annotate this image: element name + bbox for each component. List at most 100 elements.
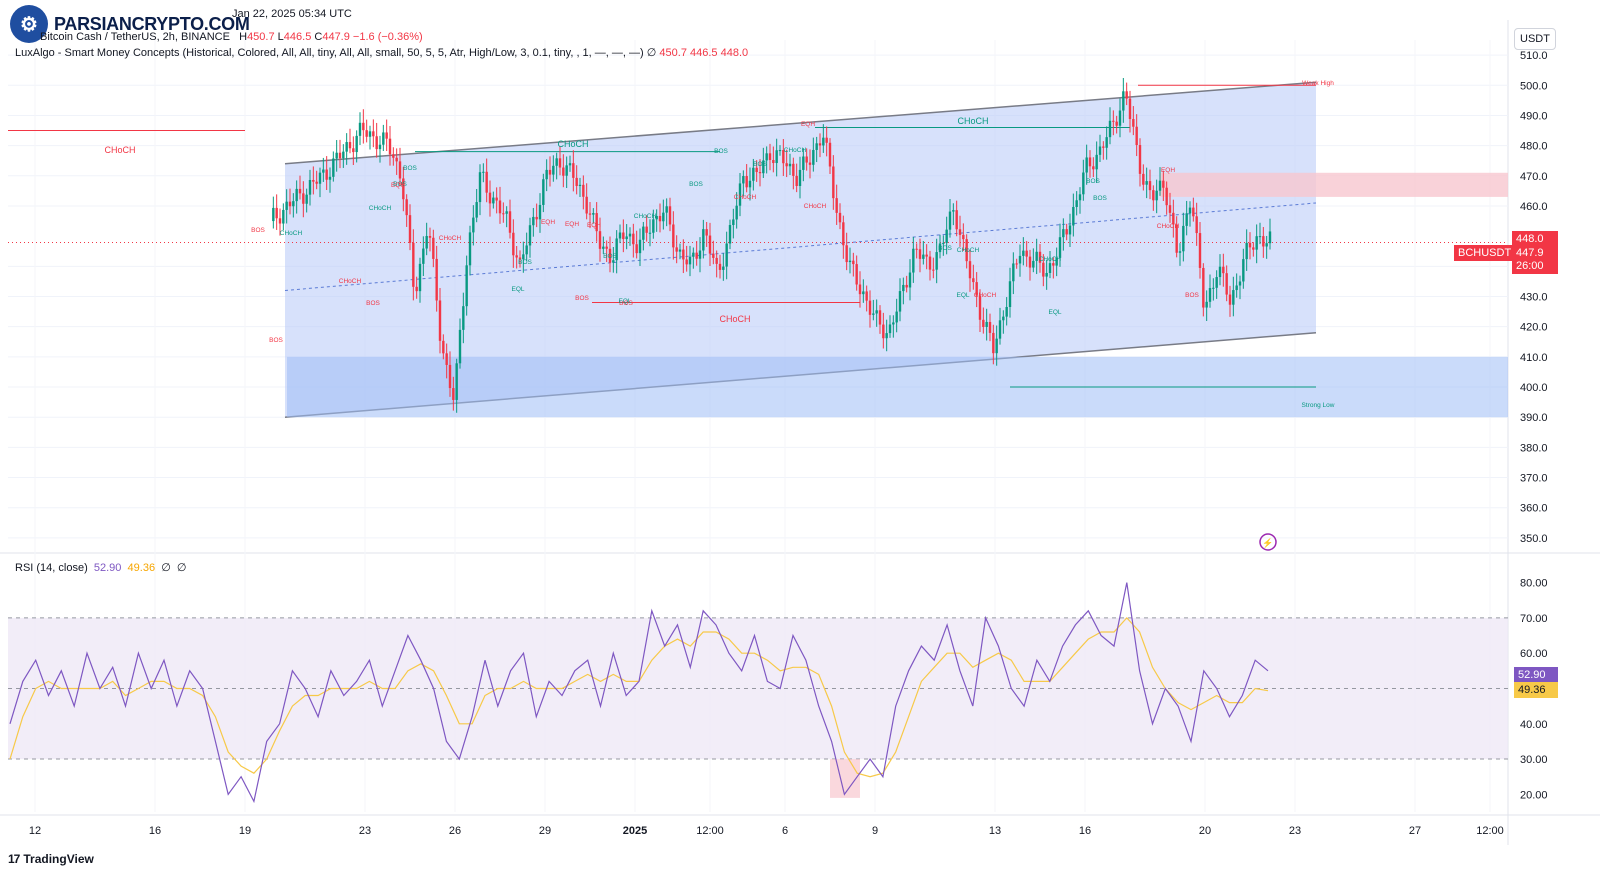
candle-body [995,338,998,354]
price-tick-label: 430.0 [1520,292,1548,304]
candle-body [1188,207,1192,214]
candle-body [318,172,322,184]
rsi-icon-2[interactable]: ∅ [177,562,187,574]
indicator-legend[interactable]: LuxAlgo - Smart Money Concepts (Historic… [15,46,748,59]
candle-body [635,244,638,254]
time-tick-label: 20 [1199,825,1211,837]
candle-body [775,150,778,164]
candle-body [1015,263,1018,265]
rsi-value: 52.90 [93,562,122,574]
weak-high-label: Weak High [1302,80,1334,87]
candle-body [672,224,675,248]
smc-label-bos: BOS [1093,195,1107,202]
candle-body [1262,236,1265,247]
candle-body [665,206,668,213]
chart-stage: 350.0 360.0 370.0 380.0 390.0 400.0 410.0 420.0… [0,0,1600,891]
tradingview-brand[interactable]: 17 TradingView [8,852,94,866]
symbol-line[interactable]: Bitcoin Cash / TetherUS, 2h, BINANCE H45… [40,31,423,43]
rsi-ma-value: 49.36 [127,562,156,574]
candle-body [1022,250,1025,256]
candle-body [468,232,472,266]
indicator-name: LuxAlgo - Smart Money Concepts (Historic… [15,47,644,59]
candle-body [765,153,768,161]
price-tick-label: 380.0 [1520,442,1548,454]
currency-button[interactable]: USDT [1514,28,1556,50]
candle-body [715,257,718,264]
candle-body [832,166,835,199]
smc-label-choch: CHoCH [557,139,588,149]
candle-body [978,295,982,320]
candle-body [892,322,895,325]
candle-body [535,216,538,220]
price-tick-label: 500.0 [1520,80,1548,92]
time-tick-label: 12:00 [1476,825,1504,837]
candle-body [425,235,428,249]
rsi-icon-1[interactable]: ∅ [161,562,171,574]
candle-body [485,171,488,193]
candle-body [278,218,282,224]
candle-body [905,284,908,288]
smc-label-eqh: EQH [391,182,405,189]
candle-body [1208,288,1212,302]
candle-body [1148,181,1152,191]
countdown-tag: 26:00 [1512,258,1558,274]
candle-body [482,171,485,173]
candle-body [955,210,958,230]
smc-label-eql: EQL [511,286,524,293]
candle-body [1085,157,1088,173]
candle-body [1025,250,1028,257]
candle-body [302,193,305,204]
candle-body [375,136,378,150]
chart-canvas[interactable]: 350.0 360.0 370.0 380.0 390.0 400.0 410.0 420.0… [0,0,1600,891]
candle-body [895,311,898,323]
candle-body [1138,145,1142,174]
candle-body [422,248,425,264]
candle-body [1028,256,1032,268]
candle-body [902,284,905,292]
candle-body [838,212,842,223]
candle-body [498,200,502,214]
candle-body [662,212,665,222]
candle-body [795,175,798,186]
candle-body [1265,243,1268,247]
candle-body [1115,121,1118,126]
smc-label-eql: EQL [1048,309,1061,316]
symbol-tag[interactable]: BCHUSDT [1454,245,1516,261]
candle-body [778,150,782,152]
candle-body [1128,98,1132,120]
candle-body [308,179,312,195]
candle-body [312,179,315,182]
candle-body [1218,266,1222,278]
smc-label-choch: CHoCH [957,116,988,126]
candle-body [338,152,342,159]
candle-body [532,216,535,226]
candle-body [898,291,902,312]
candle-body [1165,187,1168,206]
candle-body [385,132,388,139]
indicator-hidden-icon[interactable]: ∅ [647,47,657,59]
rsi-legend[interactable]: RSI (14, close) 52.90 49.36 ∅ ∅ [15,561,187,574]
smc-label-choch: CHoCH [439,235,462,242]
candle-body [882,324,885,339]
candle-body [668,206,672,225]
smc-label-choch: CHoCH [1039,256,1062,263]
candle-body [438,300,442,341]
candle-body [542,179,545,205]
candle-body [772,159,775,164]
candle-body [512,232,515,256]
candle-body [648,232,652,234]
candle-body [545,169,548,180]
candle-body [1268,231,1272,244]
candle-body [1098,146,1102,155]
candle-body [692,252,695,257]
candle-body [1155,190,1158,201]
candle-body [275,207,278,219]
candle-body [925,254,928,257]
candle-body [1078,194,1082,201]
candle-body [598,231,602,249]
candle-body [922,254,925,259]
candle-body [292,201,295,207]
candle-body [305,194,308,204]
candle-body [988,321,992,333]
time-tick-label: 26 [449,825,461,837]
